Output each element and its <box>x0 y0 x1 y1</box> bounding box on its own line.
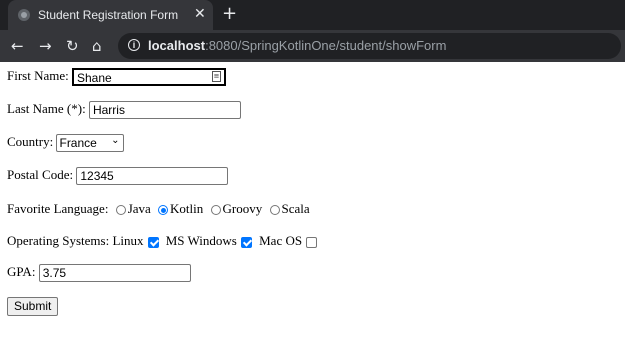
checkbox-ms-windows-label: MS Windows <box>165 233 237 248</box>
browser-titlebar: Student Registration Form ✕ + <box>0 0 625 30</box>
postal-code-input[interactable]: 12345 <box>76 167 229 186</box>
radio-kotlin[interactable] <box>158 205 169 216</box>
back-arrow-icon[interactable]: ← <box>11 38 24 54</box>
last-name-row: Last Name (*): Harris <box>7 100 241 120</box>
operating-systems-label: Operating Systems: <box>7 233 110 248</box>
gpa-row: GPA: 3.75 <box>7 263 191 283</box>
chevron-down-icon: ⌄ <box>111 135 120 147</box>
first-name-input[interactable]: Shane ≡ <box>72 68 226 87</box>
checkbox-linux-label: Linux <box>112 233 144 248</box>
reload-icon[interactable]: ↻ <box>66 38 79 54</box>
operating-systems-row: Operating Systems: Linux MS Windows Mac … <box>7 232 321 250</box>
checkbox-mac-os-label: Mac OS <box>259 233 303 248</box>
postal-code-value: 12345 <box>80 169 114 184</box>
first-name-label: First Name: <box>7 68 69 83</box>
country-label: Country: <box>7 134 54 149</box>
postal-code-label: Postal Code: <box>7 167 74 182</box>
url-host: localhost <box>148 38 206 53</box>
gpa-label: GPA: <box>7 264 36 279</box>
radio-kotlin-label: Kotlin <box>170 201 204 216</box>
submit-row: Submit <box>7 297 59 316</box>
autofill-icon[interactable]: ≡ <box>212 71 221 83</box>
last-name-value: Harris <box>92 103 125 118</box>
country-select[interactable]: France ⌄ <box>56 134 125 153</box>
checkbox-mac-os[interactable] <box>306 236 318 248</box>
checkbox-ms-windows[interactable] <box>240 236 252 248</box>
registration-form: First Name: Shane ≡ Last Name (*): Harri… <box>0 62 625 349</box>
radio-java[interactable] <box>115 205 126 216</box>
radio-java-label: Java <box>127 201 151 216</box>
radio-scala[interactable] <box>269 205 280 216</box>
checkbox-linux[interactable] <box>147 236 159 248</box>
globe-icon <box>18 9 30 21</box>
url-path: :8080/SpringKotlinOne/student/showForm <box>205 38 447 53</box>
country-selected-value: France <box>59 136 97 151</box>
last-name-label: Last Name (*): <box>7 101 86 116</box>
last-name-input[interactable]: Harris <box>88 101 241 120</box>
favorite-language-row: Favorite Language: Java Kotlin Groovy Sc… <box>7 200 310 218</box>
radio-groovy-label: Groovy <box>222 201 263 216</box>
address-bar[interactable]: i localhost:8080/SpringKotlinOne/student… <box>118 33 621 59</box>
home-icon[interactable]: ⌂ <box>92 38 102 54</box>
radio-groovy[interactable] <box>210 205 221 216</box>
submit-button[interactable]: Submit <box>7 297 59 316</box>
favorite-language-label: Favorite Language: <box>7 201 109 216</box>
browser-tab[interactable]: Student Registration Form ✕ <box>8 0 213 30</box>
first-name-value: Shane <box>77 71 112 86</box>
browser-toolbar: ← → ↻ ⌂ i localhost:8080/SpringKotlinOne… <box>0 30 625 62</box>
new-tab-icon[interactable]: + <box>222 4 237 24</box>
country-row: Country: France ⌄ <box>7 133 125 153</box>
postal-code-row: Postal Code: 12345 <box>7 166 229 186</box>
gpa-input[interactable]: 3.75 <box>38 264 191 283</box>
url-text: localhost:8080/SpringKotlinOne/student/s… <box>148 38 446 53</box>
close-icon[interactable]: ✕ <box>194 6 206 22</box>
tab-title: Student Registration Form <box>38 8 179 22</box>
first-name-row: First Name: Shane ≡ <box>7 67 226 87</box>
gpa-value: 3.75 <box>42 266 67 281</box>
radio-scala-label: Scala <box>281 201 310 216</box>
forward-arrow-icon[interactable]: → <box>39 38 52 54</box>
info-icon[interactable]: i <box>128 39 140 51</box>
